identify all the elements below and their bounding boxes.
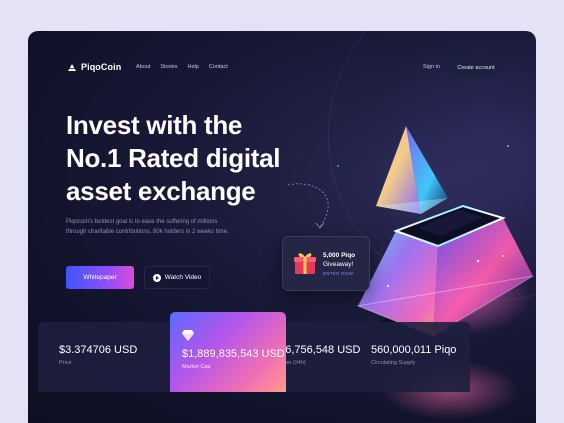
giveaway-enter-link[interactable]: ENTER NOW <box>323 271 353 276</box>
giveaway-amount: 5,000 Piqo <box>323 252 356 259</box>
giveaway-title: 5,000 Piqo Giveaway! <box>323 251 355 269</box>
watch-video-button[interactable]: Watch Video <box>144 266 210 289</box>
subtext-line-1: Piqocoin's boldest goal is to ease the s… <box>66 219 218 225</box>
nav-link-stories[interactable]: Stories <box>160 64 177 70</box>
giveaway-card[interactable]: 5,000 Piqo Giveaway! ENTER NOW <box>282 236 370 291</box>
gift-icon <box>294 253 316 274</box>
logo[interactable]: PiqoCoin <box>68 62 121 72</box>
stat-value: $1,889,835,543 USD <box>182 348 285 360</box>
play-icon <box>152 273 161 282</box>
nav-link-help[interactable]: Help <box>188 64 199 70</box>
stat-market-cap: $1,889,835,543 USD Market Cap <box>170 312 286 392</box>
logo-mark-icon <box>68 63 76 71</box>
nav-link-about[interactable]: About <box>136 64 150 70</box>
stat-label: Circulating Supply <box>371 360 416 366</box>
whitepaper-button[interactable]: Whitepaper <box>66 266 134 289</box>
create-account-button[interactable]: Create account <box>450 58 502 77</box>
watch-video-label: Watch Video <box>164 274 202 281</box>
stat-value: 560,000,011 Piqo <box>371 344 457 356</box>
hero-subtext: Piqocoin's boldest goal is to ease the s… <box>66 217 306 237</box>
stat-value: $16,756,548 USD <box>273 344 361 356</box>
diamond-icon <box>182 330 194 341</box>
nav-links: About Stories Help Contact <box>136 64 228 70</box>
stat-label: Price <box>59 360 72 366</box>
stat-value: $3.374706 USD <box>59 344 138 356</box>
subtext-line-2: through charitable contributions, 80k ho… <box>66 229 229 235</box>
sign-in-link[interactable]: Sign in <box>423 64 440 70</box>
nav-link-contact[interactable]: Contact <box>209 64 228 70</box>
stat-label: Market Cap <box>182 364 211 370</box>
giveaway-label: Giveaway! <box>323 261 354 268</box>
brand-name: PiqoCoin <box>81 62 122 72</box>
